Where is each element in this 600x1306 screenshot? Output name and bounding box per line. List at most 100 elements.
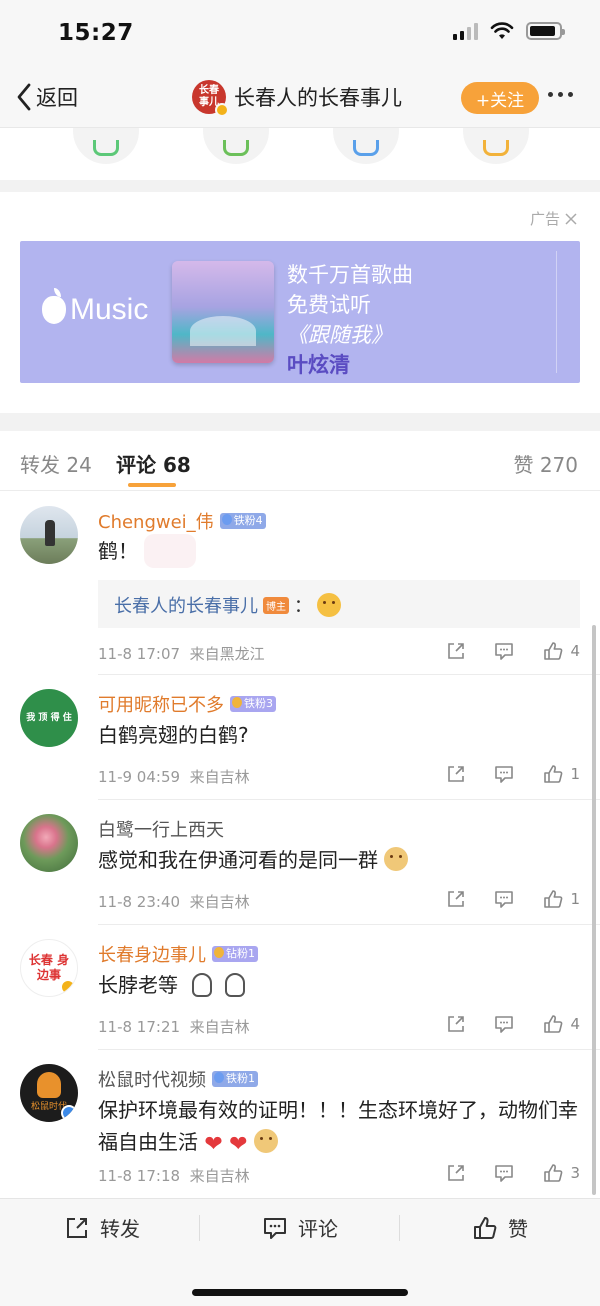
comment-author-row: 松鼠时代视频 铁粉1 — [98, 1066, 258, 1092]
doge-emoji-icon — [253, 1129, 278, 1153]
ad-line-3: 《跟随我》 — [287, 323, 392, 347]
avatar[interactable]: 我 顶 得 住 — [20, 689, 78, 747]
comment-author[interactable]: 白鹭一行上西天 — [98, 816, 224, 842]
comment-author[interactable]: Chengwei_伟 — [98, 508, 214, 534]
like-button[interactable]: 赞 — [472, 1213, 528, 1242]
like-button[interactable]: 1 — [528, 888, 580, 910]
nav-bar: 返回 长春事儿 长春人的长春事儿 +关注 — [0, 70, 600, 128]
moments-share-icon[interactable] — [203, 128, 269, 164]
ad-section: 广告 Music 数千万首歌曲 免费试听 《跟随我》 叶炫清 — [0, 192, 600, 413]
wechat-share-icon[interactable] — [73, 128, 139, 164]
comment-time: 11-9 04:59 — [98, 768, 181, 786]
comment-item: 白鹭一行上西天 感觉和我在伊通河看的是同一群 11-8 23:40 来自吉林 1 — [0, 800, 600, 925]
comment-item: 松鼠时代 松鼠时代视频 铁粉1 保护环境最有效的证明！！！生态环境好了，动物们幸… — [0, 1050, 600, 1198]
verified-icon — [215, 103, 229, 117]
avatar[interactable]: 松鼠时代 — [20, 1064, 78, 1122]
status-time: 15:27 — [58, 20, 134, 46]
comment-author[interactable]: 长春身边事儿 — [98, 941, 206, 967]
heart-emoji-icon: ❤ — [204, 1132, 223, 1157]
like-button[interactable]: 4 — [528, 1013, 580, 1035]
back-button[interactable]: 返回 — [14, 82, 78, 112]
share-button[interactable] — [432, 1013, 480, 1035]
share-icon — [448, 766, 464, 782]
ad-side-decoration — [556, 251, 574, 373]
avatar[interactable] — [20, 814, 78, 872]
like-button[interactable]: 1 — [528, 763, 580, 785]
thumbs-up-icon — [474, 1216, 497, 1239]
avatar-text: 我 顶 得 住 — [26, 712, 72, 723]
reply-separator: ： — [294, 596, 312, 617]
host-badge: 博主 — [263, 596, 289, 614]
reply-button[interactable] — [480, 1013, 528, 1035]
comment-icon — [495, 1016, 513, 1033]
like-button[interactable]: 4 — [528, 640, 580, 662]
ad-label-button[interactable]: 广告 — [530, 208, 578, 229]
laughing-emoji-icon — [317, 593, 341, 617]
share-button[interactable] — [432, 888, 480, 910]
thumbs-up-icon — [544, 1164, 563, 1182]
reply-author[interactable]: 长春人的长春事儿 — [114, 592, 258, 618]
like-count: 3 — [570, 1164, 580, 1182]
account-header[interactable]: 长春事儿 长春人的长春事儿 — [192, 80, 402, 117]
save-share-icon[interactable] — [463, 128, 529, 164]
like-label: 赞 — [508, 1217, 528, 1241]
divider — [199, 1215, 200, 1241]
avatar[interactable]: 长春 身边事 — [20, 939, 78, 997]
comment-author-row: Chengwei_伟 铁粉4 — [98, 508, 266, 534]
comment-time: 11-8 17:07 — [98, 645, 181, 663]
follow-button[interactable]: +关注 — [461, 82, 539, 114]
wifi-icon — [490, 22, 514, 39]
fan-badge: 铁粉1 — [212, 1071, 258, 1087]
tab-repost[interactable]: 转发 24 — [20, 449, 92, 478]
repost-label: 转发 — [100, 1217, 140, 1241]
reply-button[interactable] — [480, 888, 528, 910]
comment-meta: 11-8 17:07 来自黑龙江 — [98, 643, 265, 664]
like-count: 4 — [570, 642, 580, 660]
ad-banner[interactable]: Music 数千万首歌曲 免费试听 《跟随我》 叶炫清 — [20, 241, 580, 383]
verified-icon — [60, 979, 76, 995]
divider — [0, 180, 600, 192]
like-button[interactable]: 3 — [528, 1162, 580, 1184]
comment-time: 11-8 17:18 — [98, 1167, 181, 1185]
comment-author-row: 可用昵称已不多 铁粉3 — [98, 691, 276, 717]
repost-button[interactable]: 转发 — [64, 1213, 140, 1242]
comment-text-content: 感觉和我在伊通河看的是同一群 — [98, 848, 378, 872]
share-button[interactable] — [432, 763, 480, 785]
thumbs-up-icon — [544, 1015, 563, 1033]
reply-button[interactable] — [480, 640, 528, 662]
author-reply[interactable]: 长春人的长春事儿 博主 ： — [98, 580, 580, 628]
tab-comment[interactable]: 评论 68 — [116, 449, 191, 478]
ad-copy: 数千万首歌曲 免费试听 《跟随我》 叶炫清 — [287, 263, 413, 377]
ad-brand: Music — [70, 293, 149, 326]
share-button[interactable] — [432, 640, 480, 662]
album-cover — [172, 261, 274, 363]
verified-icon — [61, 1105, 77, 1121]
comment-time: 11-8 17:21 — [98, 1018, 181, 1036]
sticker-placeholder — [144, 534, 197, 568]
more-icon[interactable] — [548, 92, 573, 97]
reply-button[interactable] — [480, 1162, 528, 1184]
fan-badge: 铁粉3 — [230, 696, 276, 712]
comment-author[interactable]: 可用昵称已不多 — [98, 691, 224, 717]
account-avatar[interactable]: 长春事儿 — [192, 80, 229, 117]
thumbs-up-icon — [544, 642, 563, 660]
doge-emoji-icon — [384, 847, 409, 871]
comment-text-content: 鹤！ — [98, 539, 138, 563]
ad-line-2: 免费试听 — [287, 293, 371, 317]
clap-emoji-icon — [192, 973, 213, 997]
reply-button[interactable] — [480, 763, 528, 785]
share-button[interactable] — [432, 1162, 480, 1184]
avatar[interactable] — [20, 506, 78, 564]
tab-like[interactable]: 赞 270 — [513, 449, 578, 478]
comment-text: 感觉和我在伊通河看的是同一群 — [98, 844, 580, 876]
comment-button[interactable]: 评论 — [262, 1213, 338, 1242]
comment-author[interactable]: 松鼠时代视频 — [98, 1066, 206, 1092]
comment-icon — [495, 1165, 513, 1182]
apple-music-logo: Music — [42, 288, 149, 327]
divider — [399, 1215, 400, 1241]
scrollbar[interactable] — [592, 625, 596, 1195]
comment-location: 来自黑龙江 — [189, 645, 265, 663]
comment-icon — [264, 1217, 286, 1239]
close-icon[interactable] — [564, 212, 578, 226]
qq-share-icon[interactable] — [333, 128, 399, 164]
